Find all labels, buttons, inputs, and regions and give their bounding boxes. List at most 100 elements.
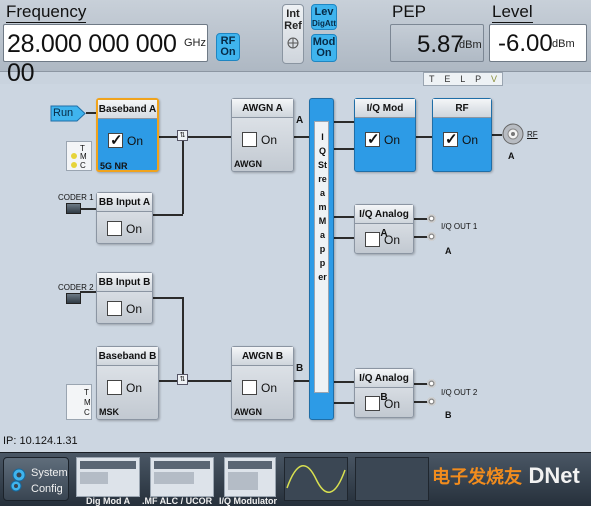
awgn-b-sub-label: AWGN bbox=[234, 407, 262, 417]
telpv-p: P bbox=[475, 74, 482, 84]
iq-analog-a-checkbox[interactable] bbox=[365, 232, 380, 247]
baseband-a-title: Baseband A bbox=[98, 100, 157, 119]
telpv-indicator: T E L P V bbox=[423, 72, 503, 86]
path-a-label: A bbox=[296, 115, 304, 126]
lev-digatt-button[interactable]: Lev DigAtt bbox=[311, 4, 337, 30]
waveform-thumb[interactable] bbox=[284, 457, 348, 501]
bb-input-a-title: BB Input A bbox=[97, 193, 152, 212]
coder-1-connector-icon bbox=[66, 203, 81, 214]
line-mapper-to-iqmod-2 bbox=[334, 148, 354, 150]
iq-stream-mapper-label-panel: I Q Stream Mapper bbox=[314, 121, 329, 393]
telpv-v: V bbox=[490, 74, 497, 84]
awgn-b-block[interactable]: AWGN B On AWGN bbox=[231, 346, 294, 420]
baseband-b-title: Baseband B bbox=[97, 347, 158, 366]
line-bb-b-to-awgn-b bbox=[159, 380, 231, 382]
level-field[interactable]: -6.00 dBm bbox=[489, 24, 587, 62]
path-b-label: B bbox=[296, 363, 304, 374]
iq-analog-a-title: I/Q Analog A bbox=[355, 205, 413, 239]
system-config-button[interactable]: System Config bbox=[3, 457, 69, 501]
rf-title: RF bbox=[433, 99, 491, 118]
level-label: Level bbox=[492, 2, 533, 23]
watermark: 电子发烧友 DNet bbox=[432, 463, 580, 489]
iq-analog-b-title: I/Q Analog B bbox=[355, 369, 413, 403]
tmc-indicator-a: T M C bbox=[66, 141, 92, 171]
tmc-b-c: C bbox=[84, 408, 90, 417]
iq-analog-b-checkbox[interactable] bbox=[365, 396, 380, 411]
telpv-l: L bbox=[460, 74, 466, 84]
taskbar-label-iq-modulator: I/Q Modulator bbox=[219, 496, 277, 506]
awgn-a-block[interactable]: AWGN A On AWGN bbox=[231, 98, 294, 172]
iq-analog-a-on-label: On bbox=[384, 233, 401, 247]
iq-analog-a-block[interactable]: I/Q Analog A On bbox=[354, 204, 414, 254]
watermark-brand: DNet bbox=[528, 463, 580, 488]
rf-on-label: On bbox=[462, 133, 479, 147]
bb-input-a-checkbox[interactable] bbox=[107, 221, 122, 236]
rf-checkbox[interactable] bbox=[443, 130, 458, 148]
mod-on-button[interactable]: Mod On bbox=[311, 34, 337, 62]
block-diagram: T E L P V ⇅ ⇅ Run T M C T M C Baseband A… bbox=[0, 72, 591, 430]
taskbar-thumb-iq-modulator[interactable] bbox=[224, 457, 276, 497]
iq-out-1-port-q-icon bbox=[427, 232, 436, 241]
baseband-a-on-label: On bbox=[127, 134, 144, 148]
int-ref-button[interactable]: Int Ref bbox=[282, 4, 304, 64]
line-analog-b-out-2 bbox=[414, 401, 428, 403]
lev-label: Lev bbox=[314, 6, 334, 18]
baseband-b-block[interactable]: Baseband B On MSK bbox=[96, 346, 159, 420]
line-mapper-to-analog-b-2 bbox=[334, 402, 354, 404]
awgn-b-title: AWGN B bbox=[232, 347, 293, 366]
iq-analog-b-block[interactable]: I/Q Analog B On bbox=[354, 368, 414, 418]
coder-1-label: CODER 1 bbox=[58, 193, 94, 202]
level-unit: dBm bbox=[552, 38, 575, 50]
line-mapper-to-analog-a bbox=[334, 216, 354, 218]
tmc-b-t: T bbox=[84, 388, 89, 397]
junction-a-icon[interactable]: ⇅ bbox=[177, 130, 188, 141]
tmc-a-m-led bbox=[71, 153, 77, 159]
line-mapper-to-analog-b bbox=[334, 381, 354, 383]
system-config-label-bottom: Config bbox=[31, 483, 63, 495]
baseband-b-on-label: On bbox=[126, 381, 143, 395]
iq-stream-mapper-block[interactable]: I Q Stream Mapper bbox=[309, 98, 334, 420]
iq-out-2-port-i-icon bbox=[427, 379, 436, 388]
awgn-b-on-label: On bbox=[261, 381, 278, 395]
baseband-a-checkbox[interactable] bbox=[108, 131, 123, 149]
watermark-cn: 电子发烧友 bbox=[432, 467, 522, 487]
tmc-b-m: M bbox=[84, 398, 91, 407]
level-value: -6.00 bbox=[498, 30, 553, 57]
frequency-label: Frequency bbox=[6, 2, 87, 23]
line-analog-a-out-2 bbox=[414, 236, 428, 238]
iq-out-2-sub-label: B bbox=[445, 410, 452, 420]
line-awgn-b-to-mapper bbox=[293, 380, 309, 382]
frequency-field[interactable]: 28.000 000 000 00 GHz bbox=[3, 24, 208, 87]
bb-input-a-block[interactable]: BB Input A On bbox=[96, 192, 153, 244]
run-button[interactable]: Run bbox=[50, 105, 86, 122]
baseband-b-checkbox[interactable] bbox=[107, 380, 122, 395]
iq-out-1-port-i-icon bbox=[427, 214, 436, 223]
bb-input-b-checkbox[interactable] bbox=[107, 301, 122, 316]
awgn-a-checkbox[interactable] bbox=[242, 132, 257, 147]
rf-block[interactable]: RF On bbox=[432, 98, 492, 172]
telpv-e: E bbox=[444, 74, 451, 84]
ip-address: IP: 10.124.1.31 bbox=[3, 435, 78, 447]
iq-mod-block[interactable]: I/Q Mod On bbox=[354, 98, 416, 172]
bb-input-b-block[interactable]: BB Input B On bbox=[96, 272, 153, 324]
system-config-icon bbox=[10, 468, 26, 492]
line-analog-a-out bbox=[414, 218, 428, 220]
iq-mod-checkbox[interactable] bbox=[365, 130, 380, 148]
rf-on-button[interactable]: RF On bbox=[216, 33, 240, 61]
baseband-b-sub-label: MSK bbox=[99, 407, 119, 417]
rf-output-port-icon bbox=[502, 123, 524, 145]
awgn-b-checkbox[interactable] bbox=[242, 380, 257, 395]
line-bb-b-vertical bbox=[182, 297, 184, 381]
status-line: IP: 10.124.1.31 bbox=[0, 430, 591, 452]
line-bbinput-a bbox=[152, 214, 183, 216]
run-label: Run bbox=[53, 107, 74, 119]
line-mapper-to-analog-a-2 bbox=[334, 237, 354, 239]
iq-mod-title: I/Q Mod bbox=[355, 99, 415, 118]
taskbar-thumb-alc[interactable] bbox=[150, 457, 214, 497]
baseband-a-block[interactable]: Baseband A On 5G NR bbox=[96, 98, 159, 172]
system-config-label-top: System bbox=[31, 467, 68, 479]
taskbar-thumb-dig-mod-a[interactable] bbox=[76, 457, 140, 497]
taskbar-label-dig-mod-a: Dig Mod A bbox=[86, 496, 131, 506]
tmc-indicator-b: T M C bbox=[66, 384, 92, 420]
junction-b-icon[interactable]: ⇅ bbox=[177, 374, 188, 385]
